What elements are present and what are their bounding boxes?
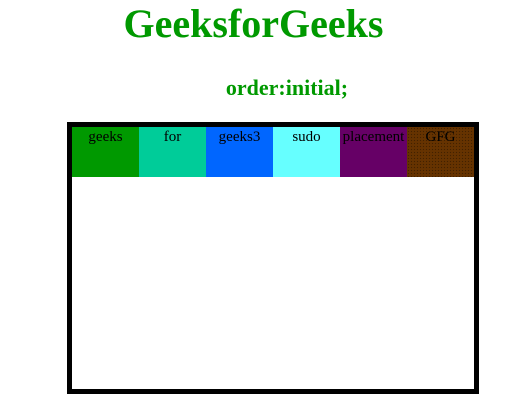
flex-item-gfg: GFG xyxy=(407,127,474,177)
flex-item-geeks3: geeks3 xyxy=(206,127,273,177)
flex-item-placement: placement xyxy=(340,127,407,177)
flex-item-for: for xyxy=(139,127,206,177)
flex-container: geeks for geeks3 sudo placement GFG xyxy=(67,122,479,394)
page-title: GeeksforGeeks xyxy=(123,1,384,46)
flex-item-sudo: sudo xyxy=(273,127,340,177)
subtitle: order:initial; xyxy=(225,75,349,100)
flex-item-geeks: geeks xyxy=(72,127,139,177)
